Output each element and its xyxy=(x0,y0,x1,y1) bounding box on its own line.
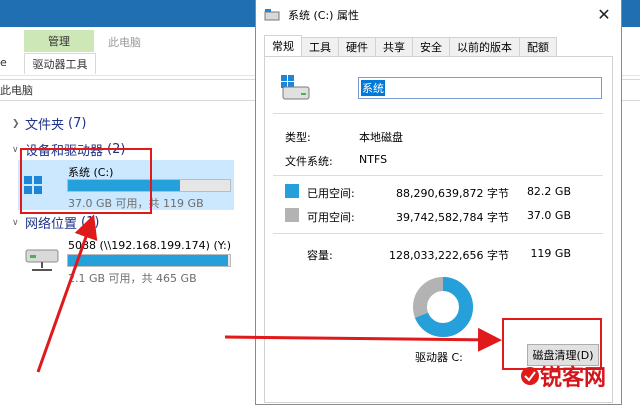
tab-hardware[interactable]: 硬件 xyxy=(339,37,376,58)
highlight-box-drive xyxy=(20,148,152,214)
group-label: 文件夹 xyxy=(25,118,65,133)
tab-sharing[interactable]: 共享 xyxy=(376,37,413,58)
network-drive-icon xyxy=(25,249,59,271)
group-label: 网络位置 xyxy=(25,217,78,232)
chevron-right-icon[interactable]: ❯ xyxy=(12,119,25,129)
chevron-down-icon[interactable]: ∨ xyxy=(12,218,25,228)
used-space-gb: 82.2 GB xyxy=(526,185,571,198)
drive-icon xyxy=(281,75,310,100)
free-space-label: 可用空间: xyxy=(307,211,355,224)
drive-name-input[interactable]: 系统 xyxy=(358,77,602,99)
filesystem-label: 文件系统: xyxy=(285,155,333,168)
usage-donut-chart xyxy=(413,277,473,337)
watermark-logo-icon xyxy=(521,367,539,385)
dialog-title: 系统 (C:) 属性 xyxy=(288,9,359,22)
address-bar[interactable]: 此电脑 xyxy=(0,79,256,101)
divider xyxy=(273,233,603,234)
watermark: 锐客网 xyxy=(520,360,606,392)
tab-security[interactable]: 安全 xyxy=(413,37,450,58)
free-space-swatch xyxy=(285,208,299,222)
group-count: (7) xyxy=(68,116,87,131)
watermark-text: 锐客网 xyxy=(540,366,607,391)
ribbon-tab-view[interactable]: e xyxy=(0,56,7,69)
tab-previous-versions[interactable]: 以前的版本 xyxy=(450,37,520,58)
ribbon-tab-drive-tools[interactable]: 驱动器工具 xyxy=(24,53,96,74)
close-icon[interactable]: ✕ xyxy=(591,2,617,26)
capacity-label: 容量: xyxy=(307,249,333,262)
group-network[interactable]: ∨ 网络位置 (1) xyxy=(12,213,99,232)
type-label: 类型: xyxy=(285,131,311,144)
divider xyxy=(273,175,603,176)
used-space-swatch xyxy=(285,184,299,198)
type-value: 本地磁盘 xyxy=(359,131,403,144)
group-folders[interactable]: ❯ 文件夹 (7) xyxy=(12,114,86,133)
used-space-bytes: 88,290,639,872 字节 xyxy=(396,187,509,200)
drive-icon xyxy=(264,9,280,21)
address-text: 此电脑 xyxy=(0,84,33,97)
network-drive-usage-bar xyxy=(67,254,231,267)
used-space-label: 已用空间: xyxy=(307,187,355,200)
network-drive-free-text: 2.1 GB 可用，共 465 GB xyxy=(68,272,197,285)
free-space-bytes: 39,742,582,784 字节 xyxy=(396,211,509,224)
free-space-gb: 37.0 GB xyxy=(526,209,571,222)
usage-fill xyxy=(68,255,229,266)
network-drive-name: 5088 (\\192.168.199.174) (Y:) xyxy=(68,239,232,252)
divider xyxy=(273,113,603,114)
tab-tools[interactable]: 工具 xyxy=(302,37,339,58)
group-count: (1) xyxy=(81,215,100,230)
dialog-tabs: 常规 工具 硬件 共享 安全 以前的版本 配额 xyxy=(264,35,557,58)
filesystem-value: NTFS xyxy=(359,153,388,166)
tab-general[interactable]: 常规 xyxy=(264,35,302,58)
capacity-gb: 119 GB xyxy=(530,247,571,260)
dialog-titlebar: 系统 (C:) 属性 xyxy=(256,0,621,30)
capacity-bytes: 128,033,222,656 字节 xyxy=(389,249,509,262)
drive-letter-label: 驱动器 C: xyxy=(415,351,463,364)
ribbon-tab-this-pc[interactable]: 此电脑 xyxy=(108,34,141,50)
ribbon-tab-manage[interactable]: 管理 xyxy=(24,30,94,52)
tab-quota[interactable]: 配额 xyxy=(520,37,557,58)
